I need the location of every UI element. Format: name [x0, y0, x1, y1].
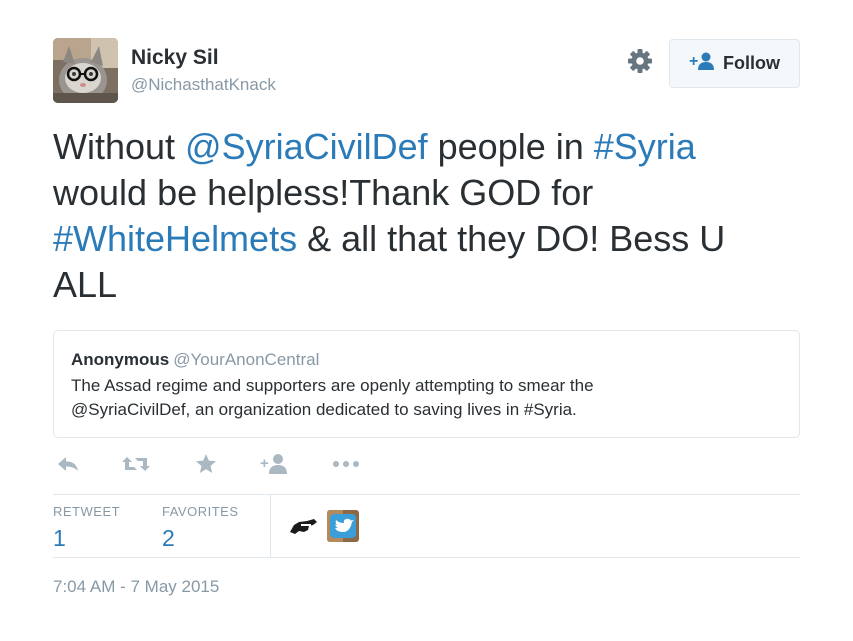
gear-icon[interactable] [626, 47, 654, 75]
follow-button[interactable]: + Follow [669, 39, 800, 88]
hashtag-link[interactable]: #Syria [594, 126, 696, 167]
favorites-stat-label: FAVORITES [162, 504, 239, 519]
favoriter-avatar[interactable] [287, 510, 319, 542]
tweet-text: Without @SyriaCivilDef people in #Syria … [53, 124, 793, 308]
stats-divider [270, 494, 271, 557]
quoted-text-line: The Assad regime and supporters are open… [71, 376, 594, 395]
svg-text:+: + [689, 53, 698, 70]
divider [53, 557, 800, 558]
svg-text:+: + [260, 455, 269, 472]
quoted-display-name: Anonymous [71, 350, 170, 369]
quoted-text: The Assad regime and supporters are open… [71, 374, 782, 422]
quoted-text-line: @SyriaCivilDef, an organization dedicate… [71, 400, 577, 419]
user-handle[interactable]: @NichasthatKnack [131, 74, 276, 96]
tweet-text-segment: Without [53, 126, 186, 167]
timestamp[interactable]: 7:04 AM - 7 May 2015 [53, 577, 219, 597]
quoted-handle: @YourAnonCentral [173, 350, 320, 369]
tweet-header: Nicky Sil @NichasthatKnack + Follow [53, 37, 800, 103]
tweet-text-segment: would be helpless!Thank GOD for [53, 172, 594, 213]
favoriter-avatar[interactable] [327, 510, 359, 542]
retweet-icon[interactable] [121, 450, 151, 478]
tweet-stats: RETWEET 1 FAVORITES 2 [53, 494, 800, 557]
display-name[interactable]: Nicky Sil [131, 45, 276, 71]
retweet-stat[interactable]: RETWEET 1 [53, 504, 120, 552]
favorites-count: 2 [162, 525, 175, 551]
favorite-icon[interactable] [191, 450, 221, 478]
tweet-text-segment: people in [427, 126, 594, 167]
quoted-tweet[interactable]: Anonymous @YourAnonCentral The Assad regi… [53, 330, 800, 438]
follow-label: Follow [723, 53, 780, 73]
user-avatar[interactable] [53, 38, 118, 103]
follow-icon[interactable]: + [259, 450, 289, 478]
mention-link[interactable]: @SyriaCivilDef [185, 126, 428, 167]
more-icon[interactable] [331, 450, 361, 478]
follow-plus-icon: + [689, 51, 715, 76]
hashtag-link[interactable]: #WhiteHelmets [53, 218, 297, 259]
reply-icon[interactable] [53, 450, 83, 478]
favorites-stat[interactable]: FAVORITES 2 [162, 504, 239, 552]
retweet-count: 1 [53, 525, 66, 551]
retweet-stat-label: RETWEET [53, 504, 121, 519]
